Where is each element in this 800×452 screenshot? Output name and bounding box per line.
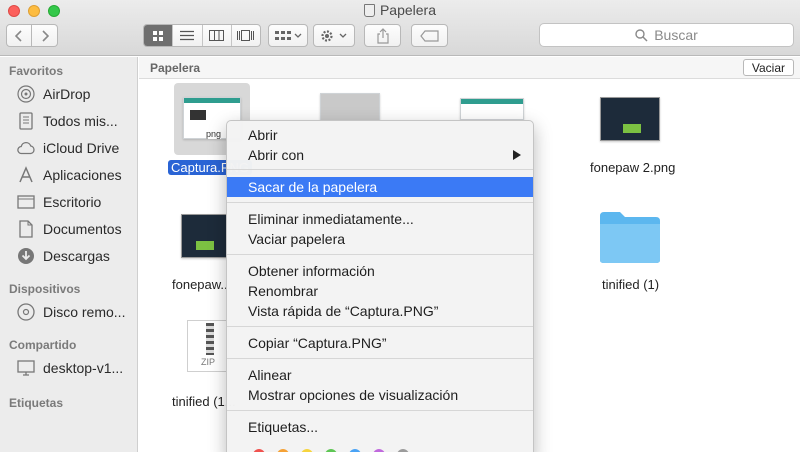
sidebar-item-icloud-drive[interactable]: iCloud Drive <box>17 137 135 159</box>
menu-item-quick-look[interactable]: Vista rápida de “Captura.PNG” <box>227 301 533 321</box>
sidebar-item-label: Disco remo... <box>43 304 126 320</box>
menu-item-clean-up[interactable]: Alinear <box>227 365 533 385</box>
path-bar: Papelera Vaciar <box>139 57 800 79</box>
zip-label: ZIP <box>200 357 215 367</box>
sidebar-item-label: Todos mis... <box>43 113 118 129</box>
sidebar: Favoritos AirDrop Todos mis... iCloud Dr… <box>0 57 138 452</box>
sidebar-item-shared-computer[interactable]: desktop-v1... <box>17 357 135 379</box>
context-menu: Abrir Abrir con Sacar de la papelera Eli… <box>226 120 534 452</box>
cloud-icon <box>17 139 35 157</box>
sidebar-section-etiquetas: Etiquetas <box>9 396 64 410</box>
file-caption: fonepaw 2.png <box>590 160 676 175</box>
chevron-left-icon <box>15 29 22 42</box>
sidebar-item-label: AirDrop <box>43 86 91 102</box>
tag-icon <box>419 29 439 42</box>
menu-item-delete-immediately[interactable]: Eliminar inmediatamente... <box>227 209 533 229</box>
sidebar-section-favoritos: Favoritos <box>9 64 64 78</box>
image-thumbnail <box>320 93 380 121</box>
sidebar-item-label: Aplicaciones <box>43 167 122 183</box>
cover-flow-button[interactable] <box>232 25 260 46</box>
sidebar-item-label: Descargas <box>43 248 110 264</box>
image-thumbnail <box>460 98 524 120</box>
search-placeholder: Buscar <box>654 27 698 43</box>
sidebar-item-desktop[interactable]: Escritorio <box>17 191 135 213</box>
window-toolbar: Papelera Buscar <box>0 0 800 56</box>
share-icon <box>376 27 389 44</box>
columns-icon <box>209 30 225 41</box>
share-button[interactable] <box>364 24 401 47</box>
trash-icon <box>363 4 375 17</box>
menu-item-show-view-options[interactable]: Mostrar opciones de visualización <box>227 385 533 405</box>
view-mode-control <box>143 24 261 47</box>
applications-icon <box>17 166 35 184</box>
sidebar-item-label: iCloud Drive <box>43 140 120 156</box>
sidebar-item-label: desktop-v1... <box>43 360 124 376</box>
file-caption: fonepaw... <box>172 277 232 292</box>
list-view-button[interactable] <box>173 25 203 46</box>
menu-item-empty-trash[interactable]: Vaciar papelera <box>227 229 533 249</box>
sidebar-item-label: Documentos <box>43 221 122 237</box>
empty-trash-button[interactable]: Vaciar <box>742 59 794 76</box>
menu-item-put-back[interactable]: Sacar de la papelera <box>227 177 533 197</box>
search-icon <box>635 28 648 42</box>
menu-separator <box>227 326 533 327</box>
submenu-arrow-icon <box>513 150 521 160</box>
column-view-button[interactable] <box>203 25 232 46</box>
sidebar-section-compartido: Compartido <box>9 338 77 352</box>
menu-item-rename[interactable]: Renombrar <box>227 281 533 301</box>
sidebar-item-remote-disc[interactable]: Disco remo... <box>17 301 135 323</box>
action-button[interactable] <box>313 24 355 47</box>
folder-icon <box>600 212 660 263</box>
tag-button[interactable] <box>411 24 448 47</box>
file-caption: tinified (1) <box>602 277 660 292</box>
search-field[interactable]: Buscar <box>539 23 794 47</box>
cover-flow-icon <box>237 30 255 41</box>
menu-separator <box>227 410 533 411</box>
menu-separator <box>227 169 533 170</box>
sidebar-item-airdrop[interactable]: AirDrop <box>17 83 135 105</box>
menu-item-open-with-label: Abrir con <box>248 147 305 163</box>
menu-item-tags[interactable]: Etiquetas... <box>227 417 533 437</box>
sidebar-item-label: Escritorio <box>43 194 102 210</box>
path-bar-label: Papelera <box>150 61 201 75</box>
menu-item-get-info[interactable]: Obtener información <box>227 261 533 281</box>
sidebar-item-all-files[interactable]: Todos mis... <box>17 110 135 132</box>
window-title: Papelera <box>0 2 800 18</box>
desktop-icon <box>17 193 35 211</box>
sidebar-section-dispositivos: Dispositivos <box>9 282 81 296</box>
back-button[interactable] <box>6 24 32 47</box>
icon-view-button[interactable] <box>144 25 174 46</box>
thumbnail-label: png <box>206 129 222 139</box>
computer-icon <box>17 359 35 377</box>
downloads-icon <box>17 247 35 265</box>
gear-icon <box>321 29 347 42</box>
airdrop-icon <box>17 85 35 103</box>
sidebar-item-downloads[interactable]: Descargas <box>17 245 135 267</box>
arrange-button[interactable] <box>268 24 308 47</box>
grid-icon <box>153 30 164 41</box>
fonepaw-thumbnail <box>181 214 227 258</box>
fonepaw-thumbnail <box>600 97 660 141</box>
all-files-icon <box>17 112 35 130</box>
arrange-grid-icon <box>275 30 302 40</box>
disc-icon <box>17 303 35 321</box>
window-title-text: Papelera <box>379 2 437 18</box>
sidebar-item-applications[interactable]: Aplicaciones <box>17 164 135 186</box>
forward-button[interactable] <box>32 24 58 47</box>
menu-item-open[interactable]: Abrir <box>227 125 533 145</box>
menu-separator <box>227 254 533 255</box>
zip-archive-icon: ZIP <box>187 320 229 372</box>
menu-item-copy[interactable]: Copiar “Captura.PNG” <box>227 333 533 353</box>
menu-item-open-with[interactable]: Abrir con <box>227 145 533 165</box>
documents-icon <box>17 220 35 238</box>
chevron-right-icon <box>41 29 49 42</box>
list-icon <box>180 30 195 41</box>
sidebar-item-documents[interactable]: Documentos <box>17 218 135 240</box>
menu-separator <box>227 202 533 203</box>
menu-separator <box>227 358 533 359</box>
